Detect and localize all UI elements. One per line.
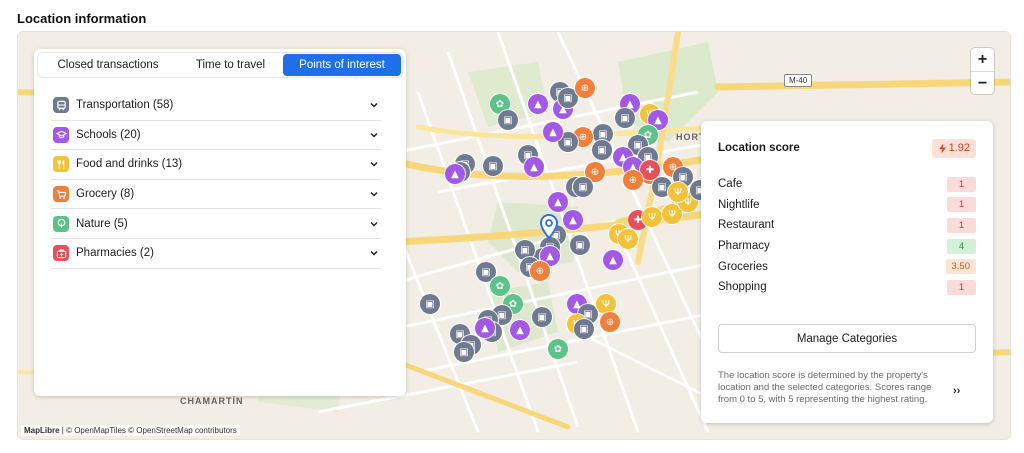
chevron-down-icon <box>370 103 378 108</box>
score-row-value: 4 <box>947 238 976 254</box>
map-pin-food[interactable]: Ψ <box>642 207 662 227</box>
poi-category-nature[interactable]: Nature (5) <box>51 209 381 239</box>
poi-category-list: Transportation (58) Schools (20) Food an… <box>51 91 381 269</box>
map-pin-transport[interactable]: ▣ <box>570 235 590 255</box>
graduation-cap-icon <box>53 126 69 143</box>
score-row-label: Restaurant <box>718 219 775 232</box>
poi-category-transportation[interactable]: Transportation (58) <box>51 91 381 121</box>
map-pin-transport[interactable]: ▣ <box>454 342 474 362</box>
road-shield-m40: M-40 <box>784 74 813 87</box>
score-row-value: 1 <box>947 197 976 213</box>
map-pin-school[interactable]: ▲ <box>510 320 530 340</box>
score-row-value: 1 <box>947 217 976 233</box>
poi-category-label: Grocery (8) <box>76 188 135 201</box>
map-pin-school[interactable]: ▲ <box>528 94 548 114</box>
map-pin-grocery[interactable]: ⊕ <box>530 261 550 281</box>
poi-category-schools[interactable]: Schools (20) <box>51 121 381 151</box>
fork-knife-icon <box>53 156 69 173</box>
location-score-title: Location score <box>718 142 800 154</box>
location-score-value: 1.92 <box>948 142 970 154</box>
map-pin-transport[interactable]: ▣ <box>420 294 440 314</box>
medical-bag-icon <box>53 245 69 262</box>
map-pin-grocery[interactable]: ⊕ <box>623 170 643 190</box>
location-score-panel: Location score 1.92 Cafe 1 Nightlife 1 R… <box>701 121 993 423</box>
score-row-restaurant: Restaurant 1 <box>718 215 976 236</box>
bus-icon <box>53 97 69 114</box>
attribution-brand[interactable]: MapLibre <box>24 426 60 435</box>
map-pin-school[interactable]: ▲ <box>548 192 568 212</box>
map-pin-school[interactable]: ▲ <box>603 250 623 270</box>
poi-category-label: Schools (20) <box>76 128 141 141</box>
map-pin-transport[interactable]: ▣ <box>574 319 594 339</box>
score-row-shopping: Shopping 1 <box>718 277 976 298</box>
poi-panel: Closed transactions Time to travel Point… <box>34 49 406 396</box>
district-label-chamartin: CHAMARTÍN <box>180 396 244 406</box>
map-pin-school[interactable]: ▲ <box>524 157 544 177</box>
map-pin-school[interactable]: ▲ <box>445 164 465 184</box>
lightning-icon <box>938 143 946 154</box>
poi-category-food-and-drinks[interactable]: Food and drinks (13) <box>51 150 381 180</box>
map-pin-grocery[interactable]: ⊕ <box>600 312 620 332</box>
shopping-cart-icon <box>53 186 69 203</box>
poi-category-grocery[interactable]: Grocery (8) <box>51 180 381 210</box>
map-pin-transport[interactable]: ▣ <box>483 156 503 176</box>
poi-category-label: Nature (5) <box>76 217 128 230</box>
map-pin-food[interactable]: Ψ <box>668 182 688 202</box>
tab-bar: Closed transactions Time to travel Point… <box>38 53 402 77</box>
map-pin-transport[interactable]: ▣ <box>592 140 612 160</box>
map-pin-food[interactable]: Ψ <box>618 229 638 249</box>
score-row-label: Cafe <box>718 178 743 191</box>
score-explanation: The location score is determined by the … <box>718 370 932 405</box>
map-pin-nature[interactable]: ✿ <box>490 276 510 296</box>
map-pin-grocery[interactable]: ⊕ <box>575 78 595 98</box>
map-pin-transport[interactable]: ▣ <box>532 307 552 327</box>
tab-closed-transactions[interactable]: Closed transactions <box>38 54 178 76</box>
property-location-marker[interactable] <box>539 214 559 240</box>
map-pin-food[interactable]: Ψ <box>596 294 616 314</box>
score-row-value: 1 <box>947 279 976 295</box>
score-row-label: Groceries <box>718 260 768 273</box>
tab-time-to-travel[interactable]: Time to travel <box>178 54 283 76</box>
poi-category-label: Pharmacies (2) <box>76 247 154 260</box>
zoom-in-button[interactable]: + <box>971 48 994 71</box>
attribution-text: | © OpenMapTiles © OpenStreetMap contrib… <box>59 426 237 435</box>
map-attribution[interactable]: MapLibre | © OpenMapTiles © OpenStreetMa… <box>21 425 240 436</box>
tree-icon <box>53 215 69 232</box>
score-row-groceries: Groceries 3.50 <box>718 256 976 277</box>
map-pin-transport[interactable]: ▣ <box>615 108 635 128</box>
score-row-cafe: Cafe 1 <box>718 174 976 195</box>
poi-category-label: Transportation (58) <box>76 99 174 112</box>
chevron-down-icon <box>370 192 378 197</box>
chevron-down-icon <box>370 221 378 227</box>
poi-category-label: Food and drinks (13) <box>76 158 183 171</box>
score-row-pharmacy: Pharmacy 4 <box>718 236 976 257</box>
score-row-nightlife: Nightlife 1 <box>718 195 976 216</box>
map-pin-nature[interactable]: ✿ <box>548 339 568 359</box>
manage-categories-button[interactable]: Manage Categories <box>718 324 976 353</box>
zoom-out-button[interactable]: − <box>971 71 994 94</box>
map-pin-transport[interactable]: ▣ <box>573 177 593 197</box>
map-pin-school[interactable]: ▲ <box>563 210 583 230</box>
expand-more-button[interactable]: ›› <box>953 385 960 397</box>
tab-points-of-interest[interactable]: Points of interest <box>283 54 401 76</box>
score-breakdown: Cafe 1 Nightlife 1 Restaurant 1 Pharmacy… <box>718 174 976 298</box>
score-row-label: Pharmacy <box>718 240 770 253</box>
chevron-down-icon <box>370 251 378 256</box>
score-row-label: Shopping <box>718 281 767 294</box>
chevron-down-icon <box>370 162 378 168</box>
map-pin-school[interactable]: ▲ <box>543 122 563 142</box>
score-row-value: 1 <box>947 176 976 192</box>
chevron-down-icon <box>370 132 378 138</box>
section-title: Location information <box>17 11 147 26</box>
poi-category-pharmacies[interactable]: Pharmacies (2) <box>51 239 381 269</box>
score-row-value: 3.50 <box>945 259 976 275</box>
map-pin-school[interactable]: ▲ <box>475 318 495 338</box>
map-pin-transport[interactable]: ▣ <box>498 110 518 130</box>
score-row-label: Nightlife <box>718 198 760 211</box>
location-score-badge: 1.92 <box>931 139 976 158</box>
zoom-control: + − <box>971 48 994 94</box>
